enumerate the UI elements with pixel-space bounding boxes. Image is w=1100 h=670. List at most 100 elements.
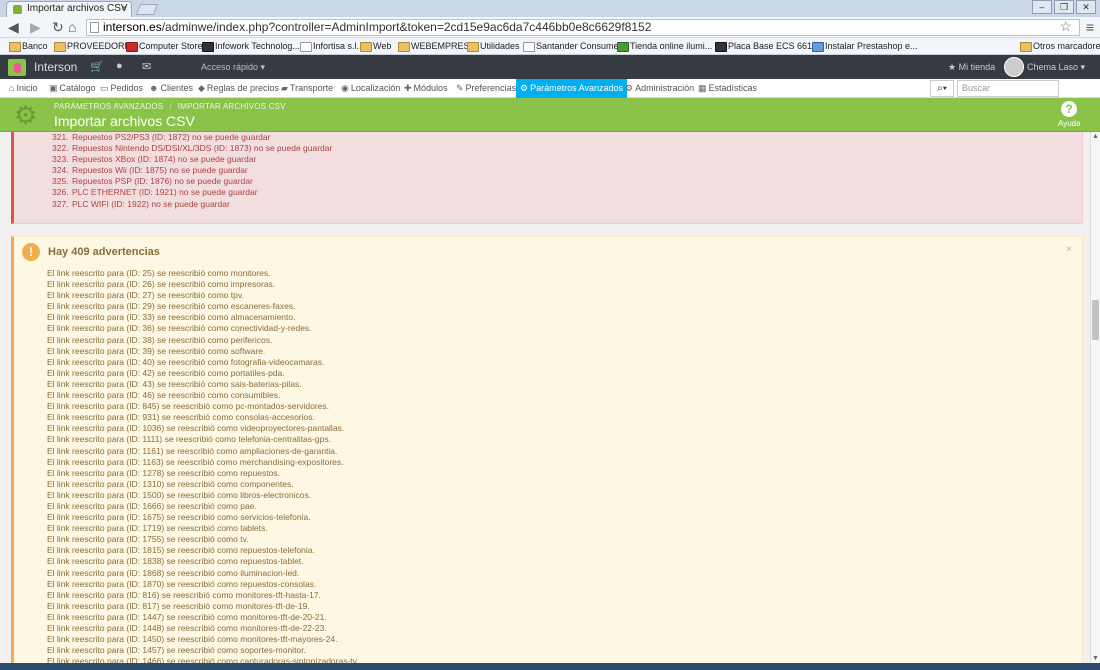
user-menu[interactable]: Chema Laso ▾ (1027, 62, 1085, 73)
bookmark-otros-marcadores[interactable]: Otros marcadores (1020, 38, 1100, 54)
list-item: El link reescrito para (ID: 38) se reesc… (47, 334, 273, 345)
list-item: El link reescrito para (ID: 1111) se ree… (47, 434, 331, 445)
help-button[interactable]: ? Ayuda (1058, 101, 1081, 128)
users-icon: ☻ (149, 83, 159, 93)
list-item: El link reescrito para (ID: 1500) se ree… (47, 489, 312, 500)
my-shop-link[interactable]: ★ Mi tienda (948, 62, 995, 73)
menu-item-inicio[interactable]: ⌂ Inicio (9, 79, 37, 98)
list-item: El link reescrito para (ID: 1666) se ree… (47, 500, 257, 511)
window-controls: ‒ ❐ ✕ (1032, 0, 1096, 14)
list-item: El link reescrito para (ID: 931) se rees… (47, 412, 315, 423)
bookmark-web[interactable]: Web (360, 38, 391, 54)
menu-item-localizacion[interactable]: ◉ Localización (341, 79, 400, 98)
cart-icon[interactable]: 🛒 (90, 60, 104, 73)
list-item: El link reescrito para (ID: 1448) se ree… (47, 623, 327, 633)
vertical-scrollbar[interactable]: ▲ ▼ (1090, 132, 1100, 663)
menu-label: Transporte (289, 83, 334, 93)
minimize-button[interactable]: ‒ (1032, 0, 1052, 14)
customer-icon[interactable]: ● (116, 60, 123, 72)
list-item: El link reescrito para (ID: 817) se rees… (47, 600, 310, 611)
menu-item-clientes[interactable]: ☻ Clientes (149, 79, 193, 98)
globe-icon: ◉ (341, 83, 349, 93)
bookmark-infortisa[interactable]: Infortisa s.l. (300, 38, 359, 54)
cog-icon: ⚙ (625, 83, 634, 93)
menu-item-administracion[interactable]: ⚙ Administración (625, 79, 694, 98)
chevron-down-icon: ▾ (942, 83, 947, 94)
menu-item-catalogo[interactable]: ▣ Catálogo (49, 79, 96, 98)
menu-item-pedidos[interactable]: ▭ Pedidos (100, 79, 143, 98)
avatar[interactable] (1004, 57, 1024, 77)
close-icon[interactable]: × (1066, 244, 1072, 255)
message-icon[interactable]: ✉ (142, 60, 151, 73)
search-input[interactable]: Buscar (957, 80, 1059, 97)
reload-icon[interactable]: ↻ (52, 20, 64, 34)
scrollbar-thumb[interactable] (1092, 300, 1099, 340)
gears-icon: ⚙ (14, 100, 38, 130)
menu-label: Estadísticas (708, 83, 758, 93)
bar-chart-icon: ▦ (698, 83, 707, 93)
menu-item-estadisticas[interactable]: ▦ Estadísticas (698, 79, 757, 98)
url-path: /adminwe/index.php?controller=AdminImpor… (161, 20, 652, 34)
truck-icon: ▰ (281, 83, 288, 93)
error-alert: 321. Repuestos PS2/PS3 (ID: 1872) no se p… (11, 132, 1083, 224)
bookmark-infowork[interactable]: Infowork Technolog... (202, 38, 300, 54)
warning-list: El link reescrito para (ID: 25) se reesc… (47, 268, 359, 663)
browser-tab-bar: Importar archivos CSV • Ir × ‒ ❐ ✕ (0, 0, 1100, 17)
prestashop-logo-icon[interactable] (8, 59, 26, 76)
content-area: 321. Repuestos PS2/PS3 (ID: 1872) no se p… (0, 132, 1090, 663)
browser-tab[interactable]: Importar archivos CSV • Ir × (6, 1, 132, 17)
tab-close-icon[interactable]: × (121, 2, 127, 16)
menu-label: Parámetros Avanzados (530, 83, 623, 93)
admin-header: Interson 🛒 ● ✉ Acceso rápido ▾ ★ Mi tien… (0, 55, 1100, 79)
list-item: El link reescrito para (ID: 1447) se ree… (47, 611, 327, 622)
search-type-button[interactable]: ⌕▾ (930, 80, 954, 97)
bookmark-instalar-prestashop[interactable]: Instalar Prestashop e... (812, 38, 918, 54)
breadcrumb-separator: / (169, 102, 172, 111)
bookmark-tienda-online[interactable]: Tienda online ilumi... (617, 38, 712, 54)
menu-label: Localización (350, 83, 401, 93)
back-arrow-icon[interactable]: ◀ (8, 20, 19, 34)
scroll-up-icon[interactable]: ▲ (1092, 133, 1099, 140)
list-item: El link reescrito para (ID: 1466) se ree… (47, 656, 359, 663)
scroll-down-icon[interactable]: ▼ (1092, 655, 1099, 662)
home-browser-icon[interactable]: ⌂ (68, 20, 76, 34)
bookmark-placa-base[interactable]: Placa Base ECS 661F... (715, 38, 824, 54)
credit-card-icon: ▭ (100, 83, 109, 93)
bookmark-proveedores[interactable]: PROVEEDORES (54, 38, 137, 54)
bookmark-star-icon[interactable]: ☆ (1059, 18, 1072, 35)
chrome-menu-icon[interactable]: ≡ (1086, 19, 1094, 35)
list-item: El link reescrito para (ID: 33) se reesc… (47, 312, 296, 323)
bookmark-santander[interactable]: Santander Consumer (523, 38, 622, 54)
bookmark-utilidades[interactable]: Utilidades (467, 38, 520, 54)
forward-arrow-icon[interactable]: ▶ (30, 20, 41, 34)
shop-name[interactable]: Interson (34, 60, 77, 74)
bookmark-banco[interactable]: Banco (9, 38, 48, 54)
menu-item-transporte[interactable]: ▰ Transporte (281, 79, 333, 98)
close-window-button[interactable]: ✕ (1076, 0, 1096, 14)
new-tab-button[interactable] (135, 4, 159, 15)
maximize-button[interactable]: ❐ (1054, 0, 1074, 14)
menu-item-preferencias[interactable]: ✎ Preferencias (456, 79, 516, 98)
menu-label: Catálogo (59, 83, 96, 93)
quick-access-dropdown[interactable]: Acceso rápido ▾ (201, 62, 265, 73)
address-bar[interactable]: interson.es/adminwe/index.php?controller… (86, 19, 1080, 36)
list-item: El link reescrito para (ID: 1815) se ree… (47, 545, 315, 556)
bookmark-webempresa[interactable]: WEBEMPRESA (398, 38, 476, 54)
list-item: 327. PLC WIFI (ID: 1922) no se puede guar… (52, 198, 230, 209)
list-item: El link reescrito para (ID: 1719) se ree… (47, 523, 268, 534)
list-item: El link reescrito para (ID: 1838) se ree… (47, 556, 304, 567)
breadcrumb-item[interactable]: PARÁMETROS AVANZADOS (54, 102, 163, 111)
menu-item-modulos[interactable]: ✚ Módulos (404, 79, 448, 98)
prestashop-favicon-icon (13, 5, 22, 14)
list-item: 324. Repuestos Wii (ID: 1875) no se puede… (52, 165, 248, 176)
list-item: El link reescrito para (ID: 43) se reesc… (47, 378, 302, 389)
cogs-icon: ⚙ (520, 83, 529, 93)
menu-item-parametros-avanzados[interactable]: ⚙ Parámetros Avanzados (516, 79, 627, 98)
bookmark-computer-store[interactable]: Computer Store (126, 38, 203, 54)
puzzle-icon: ✚ (404, 83, 412, 93)
breadcrumb-item: IMPORTAR ARCHIVOS CSV (177, 102, 286, 111)
warning-alert: ! Hay 409 advertencias × El link reescri… (11, 236, 1083, 663)
list-item: El link reescrito para (ID: 42) se reesc… (47, 367, 285, 378)
menu-item-reglas-precios[interactable]: ◆ Reglas de precios (198, 79, 279, 98)
list-item: 322. Repuestos Nintendo DS/DSI/XL/3DS (ID… (52, 143, 333, 154)
